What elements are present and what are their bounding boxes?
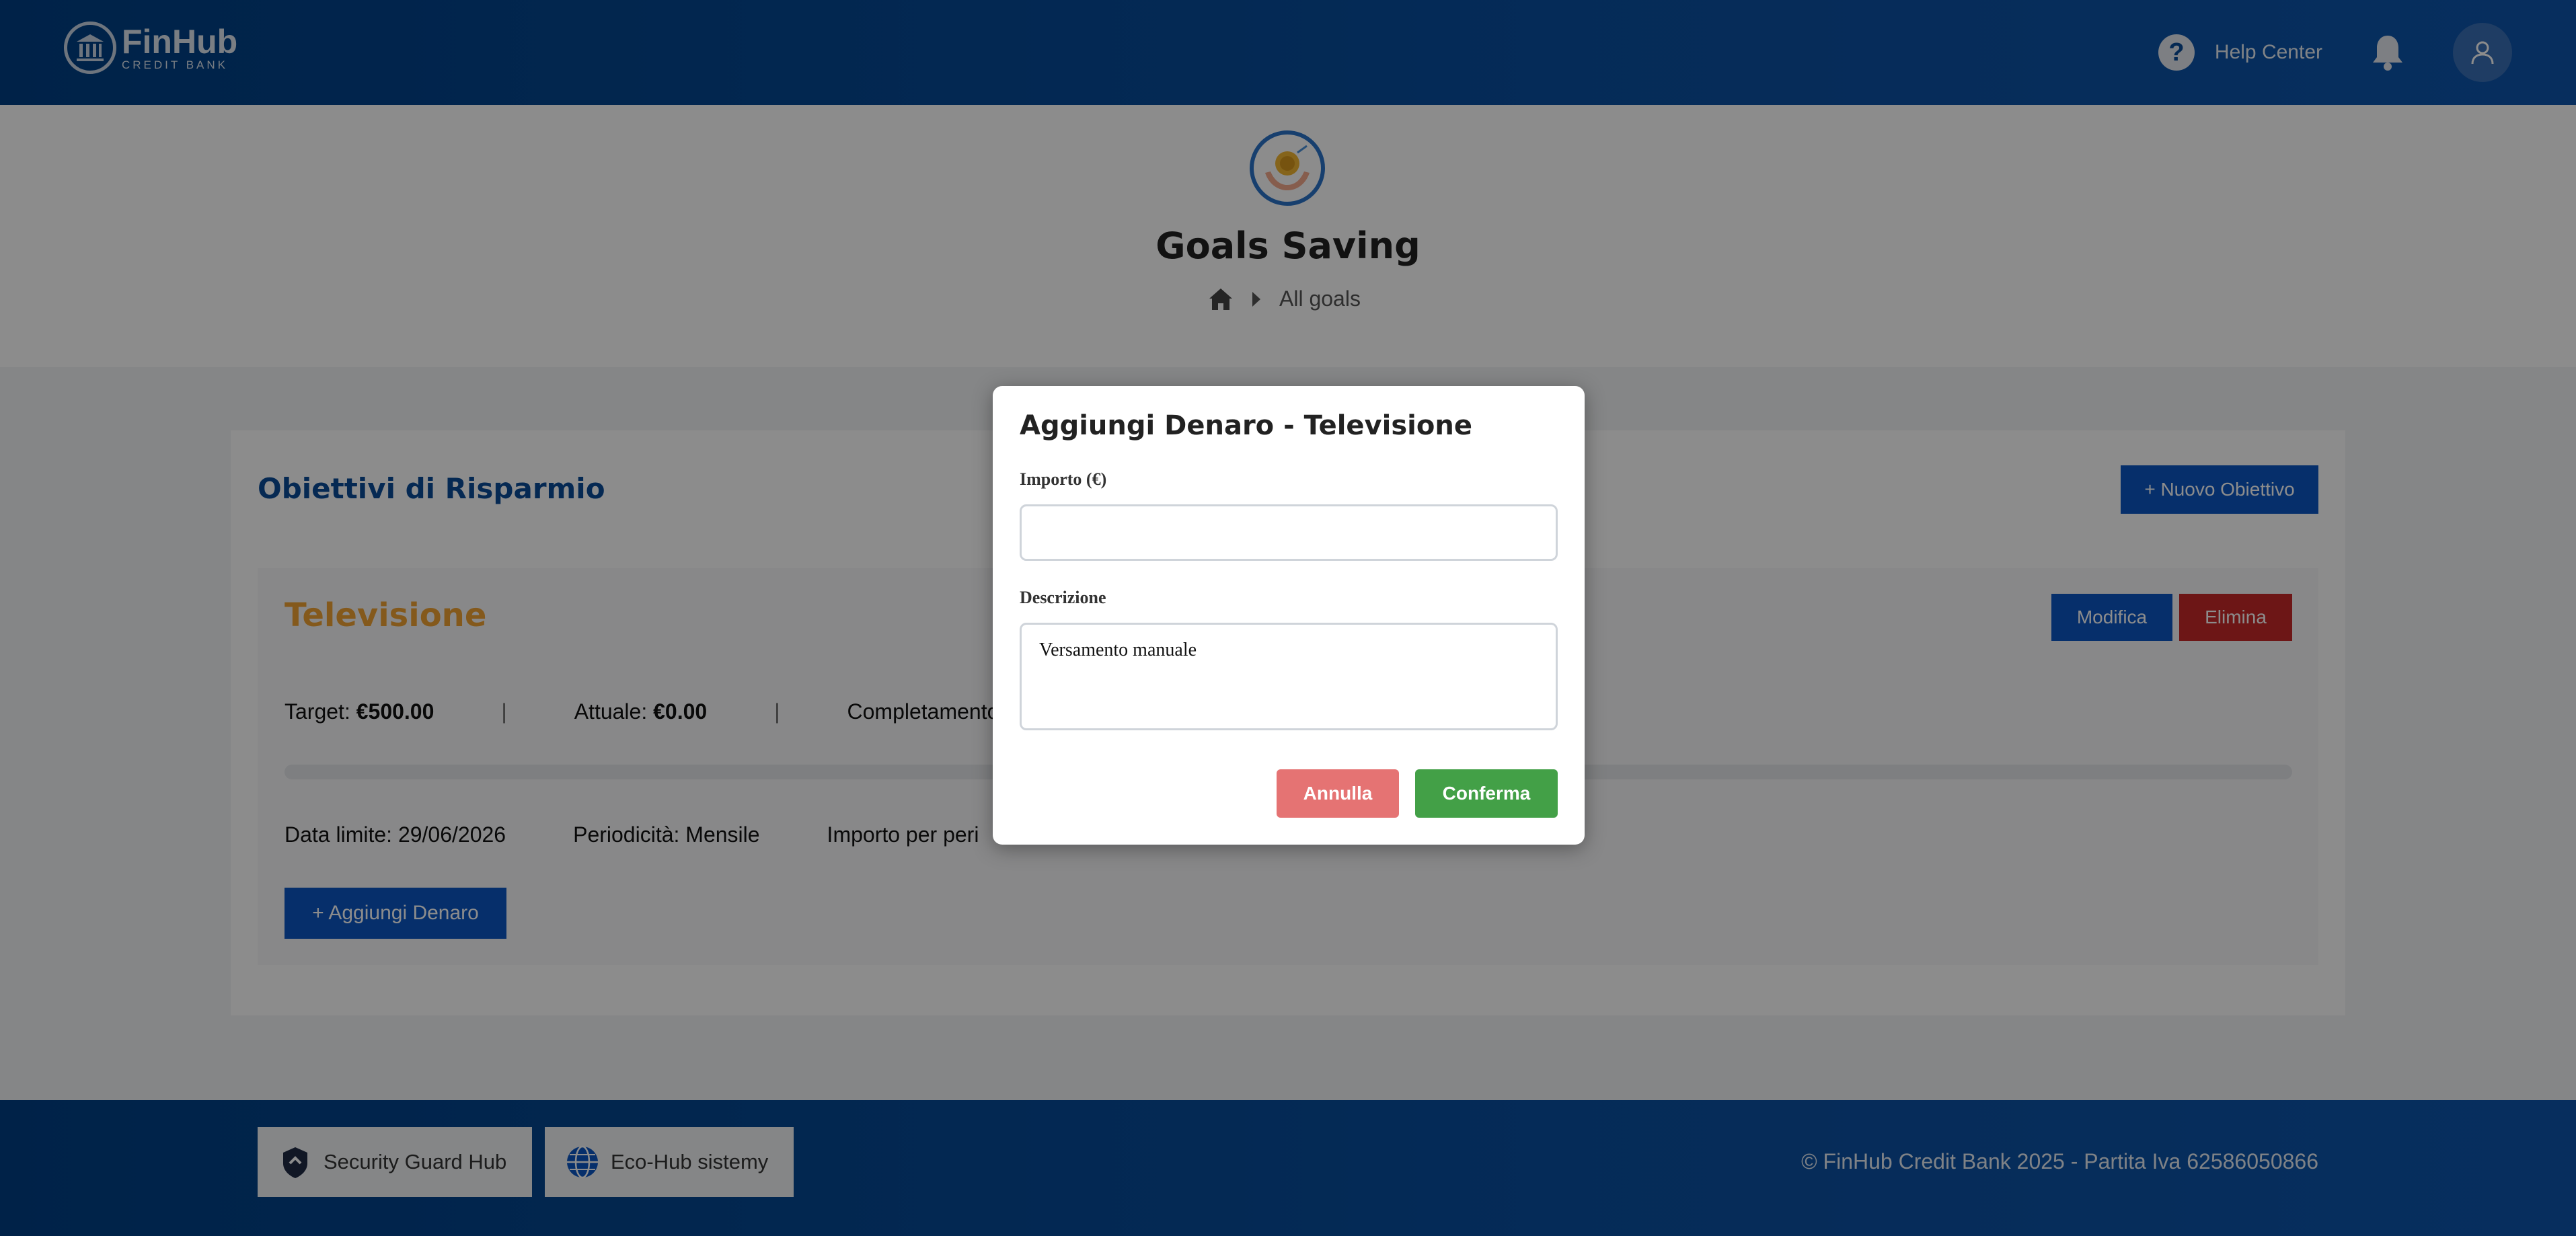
description-textarea[interactable]: Versamento manuale [1020,623,1558,730]
add-money-modal: Aggiungi Denaro - Televisione Importo (€… [993,386,1585,845]
cancel-button[interactable]: Annulla [1277,769,1399,818]
modal-title: Aggiungi Denaro - Televisione [1020,410,1472,441]
amount-label: Importo (€) [1020,469,1107,489]
description-label: Descrizione [1020,588,1106,607]
confirm-button[interactable]: Conferma [1415,769,1558,818]
amount-input[interactable] [1020,504,1558,561]
